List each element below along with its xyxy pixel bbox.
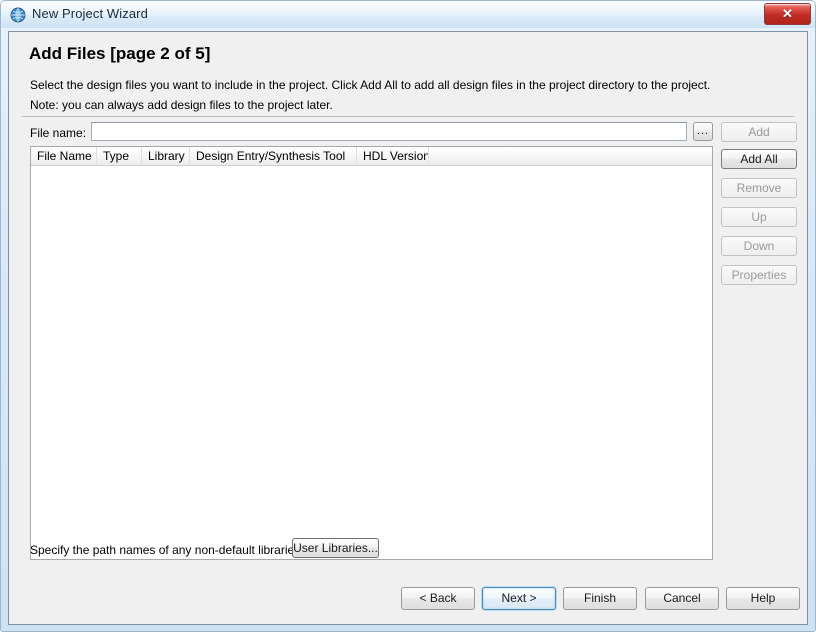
column-header-library[interactable]: Library xyxy=(142,147,190,165)
move-down-button[interactable]: Down xyxy=(721,236,797,256)
close-icon: ✕ xyxy=(782,6,793,21)
quartus-globe-icon xyxy=(10,7,26,23)
table-body-empty[interactable] xyxy=(31,166,712,559)
close-button[interactable]: ✕ xyxy=(764,3,811,25)
add-button[interactable]: Add xyxy=(721,122,797,142)
page-description-line-2: Note: you can always add design files to… xyxy=(30,98,333,112)
column-header-hdl-version[interactable]: HDL Version xyxy=(357,147,429,165)
file-name-label: File name: xyxy=(30,126,87,140)
user-libraries-hint: Specify the path names of any non-defaul… xyxy=(30,543,304,557)
window-title: New Project Wizard xyxy=(32,6,148,21)
properties-button[interactable]: Properties xyxy=(721,265,797,285)
add-all-button[interactable]: Add All xyxy=(721,149,797,169)
help-button[interactable]: Help xyxy=(726,587,800,610)
browse-button[interactable]: ... xyxy=(693,122,713,141)
next-button[interactable]: Next > xyxy=(482,587,556,610)
title-bar[interactable]: New Project Wizard ✕ xyxy=(1,1,815,28)
column-header-filler xyxy=(429,147,712,165)
table-header-row: File Name Type Library Design Entry/Synt… xyxy=(31,147,712,166)
file-name-input[interactable] xyxy=(91,122,687,141)
user-libraries-button[interactable]: User Libraries... xyxy=(292,538,379,558)
dialog-window: New Project Wizard ✕ Add Files [page 2 o… xyxy=(0,0,816,632)
dialog-body: Add Files [page 2 of 5] Select the desig… xyxy=(8,31,808,625)
page-description-line-1: Select the design files you want to incl… xyxy=(30,78,711,92)
cancel-button[interactable]: Cancel xyxy=(645,587,719,610)
finish-button[interactable]: Finish xyxy=(563,587,637,610)
header-divider xyxy=(22,116,794,117)
remove-button[interactable]: Remove xyxy=(721,178,797,198)
move-up-button[interactable]: Up xyxy=(721,207,797,227)
file-list-table: File Name Type Library Design Entry/Synt… xyxy=(30,146,713,560)
column-header-design-entry-synthesis-tool[interactable]: Design Entry/Synthesis Tool xyxy=(190,147,357,165)
ellipsis-icon: ... xyxy=(696,125,710,137)
column-header-type[interactable]: Type xyxy=(97,147,142,165)
column-header-file-name[interactable]: File Name xyxy=(31,147,97,165)
back-button[interactable]: < Back xyxy=(401,587,475,610)
page-title: Add Files [page 2 of 5] xyxy=(29,44,211,63)
